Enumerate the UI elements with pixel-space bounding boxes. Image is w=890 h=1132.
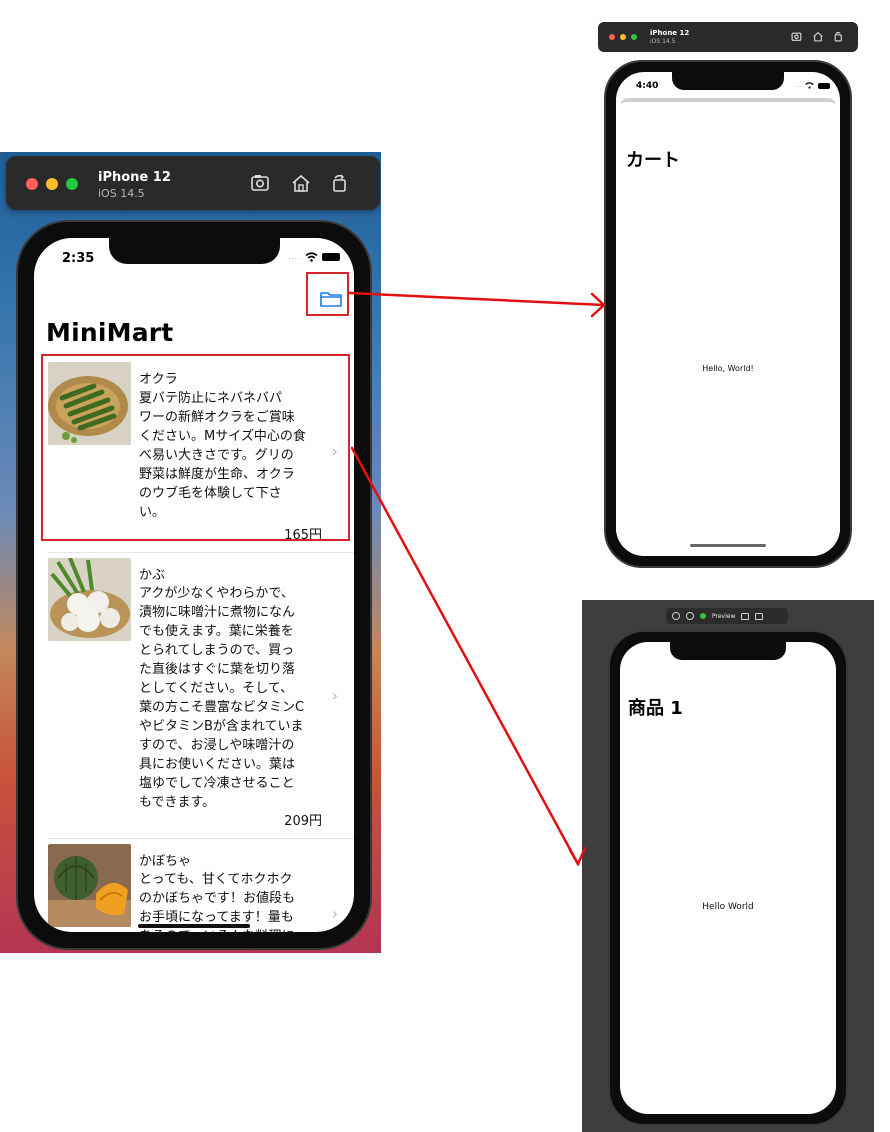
cart-body-text: Hello, World!	[702, 364, 754, 373]
battery-icon	[322, 253, 340, 261]
product-name: かぶ	[139, 568, 166, 583]
iphone-frame: 商品 1 Hello World	[608, 630, 848, 1126]
battery-icon	[818, 82, 830, 89]
arrow-to-detail	[350, 446, 580, 866]
os-version: iOS 14.5	[98, 187, 145, 200]
status-indicators: ....	[795, 82, 830, 89]
arrow-to-cart	[348, 291, 606, 307]
cart-sheet: カート Hello, World!	[616, 102, 840, 556]
page-title: MiniMart	[46, 318, 174, 347]
status-indicators: ....	[288, 252, 340, 262]
simulator-titlebar: iPhone 12 iOS 14.5	[598, 22, 858, 52]
screenshot-icon[interactable]	[250, 173, 272, 193]
status-time: 4:40	[636, 81, 659, 91]
device-name: iPhone 12	[98, 170, 171, 185]
notch	[109, 238, 280, 264]
zoom-window-button[interactable]	[631, 34, 637, 40]
preview-toolbar: Preview	[666, 608, 788, 624]
first-row-highlight	[41, 354, 350, 541]
iphone-screen: 商品 1 Hello World	[620, 642, 836, 1114]
minimize-window-button[interactable]	[46, 178, 58, 190]
folder-button-highlight	[306, 272, 349, 316]
main-simulator-window: iPhone 12 iOS 14.5 2:35 .... MiniMart オク…	[0, 152, 381, 953]
product-detail-body-text: Hello World	[702, 902, 754, 912]
preview-label: Preview	[712, 612, 736, 620]
pumpkin-image	[48, 844, 131, 927]
cart-title: カート	[626, 150, 680, 171]
status-time: 2:35	[62, 251, 95, 266]
rotate-icon[interactable]	[330, 173, 350, 193]
screenshot-icon[interactable]	[791, 31, 803, 42]
turnip-image	[48, 558, 131, 641]
notch	[670, 642, 786, 660]
detail-preview-canvas: Preview 商品 1 Hello World	[582, 600, 874, 1132]
row-divider	[48, 838, 354, 839]
product-description: アクが少なくやわらかで、 漬物に味噌汁に煮物になん でも使えます。葉に栄養を と…	[139, 586, 305, 810]
iphone-frame: 4:40 .... カート Hello, World!	[604, 60, 852, 568]
product-price: 209円	[284, 814, 322, 829]
simulator-toolbar	[791, 31, 844, 42]
window-controls	[26, 178, 78, 190]
simulator-titlebar: iPhone 12 iOS 14.5	[6, 156, 380, 210]
home-icon[interactable]	[290, 173, 312, 193]
close-window-button[interactable]	[609, 34, 615, 40]
device-settings-icon[interactable]	[741, 612, 750, 620]
os-version: iOS 14.5	[650, 38, 676, 45]
notch	[672, 72, 784, 90]
live-preview-icon[interactable]	[672, 612, 680, 620]
signal-icon: ....	[794, 82, 801, 89]
product-name: かぼちゃ	[139, 854, 192, 869]
wifi-icon	[305, 252, 318, 262]
list-item[interactable]: かぼちゃ とっても、甘くてホクホク のかぼちゃです！お値段も お手頃になってます…	[34, 840, 354, 932]
cart-simulator-window: iPhone 12 iOS 14.5 4:40 .... カート Hello, …	[598, 22, 858, 570]
home-indicator	[138, 924, 250, 928]
rotate-icon[interactable]	[833, 31, 844, 42]
wifi-icon	[805, 82, 814, 89]
product-detail-title: 商品 1	[628, 698, 683, 719]
home-icon[interactable]	[812, 31, 824, 42]
iphone-screen: 2:35 .... MiniMart オクラ 夏バテ防止にネバネバパ ワーの新鮮…	[34, 238, 354, 932]
close-window-button[interactable]	[26, 178, 38, 190]
simulator-toolbar	[250, 173, 350, 193]
row-divider	[48, 552, 354, 553]
chevron-right-icon: ›	[331, 904, 338, 923]
preview-status-dot	[700, 613, 706, 619]
list-item[interactable]: かぶ アクが少なくやわらかで、 漬物に味噌汁に煮物になん でも使えます。葉に栄養…	[34, 554, 354, 837]
iphone-screen: 4:40 .... カート Hello, World!	[616, 72, 840, 556]
zoom-window-button[interactable]	[66, 178, 78, 190]
device-name: iPhone 12	[650, 29, 690, 37]
iphone-frame: 2:35 .... MiniMart オクラ 夏バテ防止にネバネバパ ワーの新鮮…	[16, 220, 372, 950]
signal-icon: ....	[288, 253, 301, 261]
minimize-window-button[interactable]	[620, 34, 626, 40]
home-indicator	[690, 544, 766, 547]
window-controls	[609, 34, 637, 40]
product-description: とっても、甘くてホクホク のかぼちゃです！お値段も お手頃になってます！量も あ…	[139, 872, 296, 932]
chevron-right-icon: ›	[331, 686, 338, 705]
inspect-icon[interactable]	[686, 612, 694, 620]
duplicate-preview-icon[interactable]	[755, 612, 764, 620]
